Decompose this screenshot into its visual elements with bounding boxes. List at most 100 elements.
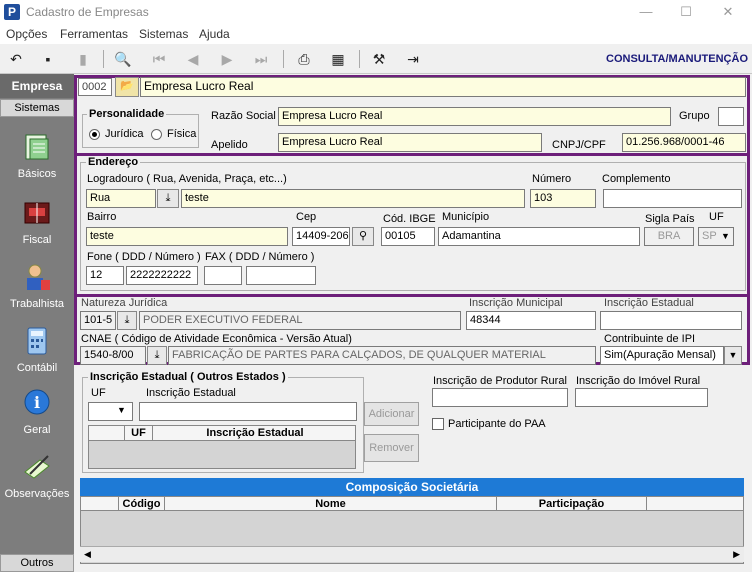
- uf-dropdown-arrow-icon[interactable]: ▼: [718, 229, 733, 244]
- personalidade-title: Personalidade: [87, 108, 167, 120]
- cep-search-button[interactable]: ⚲: [352, 227, 374, 246]
- close-button[interactable]: ✕: [708, 2, 748, 22]
- menu-opcoes[interactable]: Opções: [6, 27, 47, 41]
- preview-icon[interactable]: 🔍: [112, 49, 134, 69]
- grupo-field[interactable]: [718, 107, 744, 126]
- remover-button[interactable]: Remover: [364, 434, 419, 462]
- inscricao-municipal-label: Inscrição Municipal: [469, 297, 563, 309]
- endereco-title: Endereço: [86, 156, 141, 168]
- apelido-field[interactable]: Empresa Lucro Real: [278, 133, 542, 152]
- outros-estados-title: Inscrição Estadual ( Outros Estados ): [88, 371, 288, 383]
- grid-row-marker: [81, 497, 119, 510]
- produtor-rural-field[interactable]: [432, 388, 568, 407]
- company-code-field[interactable]: 0002: [78, 78, 112, 96]
- nav-item-label: Fiscal: [22, 234, 52, 246]
- minimize-button[interactable]: —: [626, 2, 666, 22]
- menu-ferramentas[interactable]: Ferramentas: [60, 27, 128, 41]
- logradouro-type-field[interactable]: Rua: [86, 189, 156, 208]
- nav-item-geral[interactable]: i Geral: [0, 388, 74, 450]
- inscricao-estadual-label: Inscrição Estadual: [604, 297, 694, 309]
- bairro-field[interactable]: teste: [86, 227, 288, 246]
- ipi-dropdown-arrow-icon[interactable]: ▼: [724, 346, 742, 365]
- fiscal-book-icon: [24, 202, 50, 224]
- previous-record-icon[interactable]: ◀: [182, 49, 204, 69]
- fax-numero-field[interactable]: [246, 266, 316, 285]
- toolbar-separator: [103, 50, 104, 68]
- nav-tab-sistemas[interactable]: Sistemas: [0, 99, 74, 117]
- contribuinte-ipi-select[interactable]: Sim(Apuração Mensal): [600, 346, 724, 365]
- cnae-code-field[interactable]: 1540-8/00: [80, 346, 146, 365]
- outros-ie-field[interactable]: [139, 402, 357, 421]
- grupo-label: Grupo: [679, 110, 710, 122]
- menu-ajuda[interactable]: Ajuda: [199, 27, 230, 41]
- menu-sistemas[interactable]: Sistemas: [139, 27, 188, 41]
- undo-icon[interactable]: ↶: [5, 49, 27, 69]
- last-record-icon[interactable]: ⏭: [250, 49, 272, 69]
- scroll-right-icon[interactable]: ▶: [733, 549, 740, 560]
- print-icon[interactable]: ⎙: [293, 49, 315, 69]
- radio-juridica-label: Jurídica: [105, 128, 144, 140]
- fone-label: Fone ( DDD / Número ): [87, 251, 201, 263]
- maximize-button[interactable]: ☐: [666, 2, 706, 22]
- nav-item-observacoes[interactable]: Observações: [0, 452, 74, 514]
- radio-fisica[interactable]: [151, 129, 162, 140]
- logradouro-type-dropdown[interactable]: ⤓: [157, 189, 179, 208]
- document-stack-icon: [25, 134, 49, 160]
- fone-numero-field[interactable]: 2222222222: [126, 266, 198, 285]
- outros-uf-select[interactable]: [88, 402, 133, 421]
- municipio-field[interactable]: Adamantina: [438, 227, 640, 246]
- composicao-societaria-title: Composição Societária: [80, 478, 744, 496]
- numero-label: Número: [532, 173, 572, 185]
- cep-label: Cep: [296, 211, 317, 223]
- nav-item-label: Básicos: [17, 168, 57, 180]
- fax-ddd-field[interactable]: [204, 266, 242, 285]
- inscricao-municipal-field[interactable]: 48344: [466, 311, 596, 330]
- nav-header-empresa[interactable]: Empresa: [0, 74, 74, 98]
- razao-social-field[interactable]: Empresa Lucro Real: [278, 107, 671, 126]
- sigla-pais-label: Sigla País: [645, 213, 695, 225]
- svg-text:i: i: [34, 393, 40, 412]
- logradouro-field[interactable]: teste: [181, 189, 525, 208]
- nav-tab-outros[interactable]: Outros: [0, 554, 74, 572]
- radio-juridica[interactable]: [89, 129, 100, 140]
- cep-field[interactable]: 14409-206: [292, 227, 350, 246]
- societaria-horizontal-scrollbar[interactable]: ◀ ▶: [80, 546, 744, 562]
- nav-item-fiscal[interactable]: Fiscal: [0, 198, 74, 260]
- open-folder-button[interactable]: 📂: [115, 77, 139, 97]
- save-icon[interactable]: ▪: [37, 49, 59, 69]
- company-name-field[interactable]: Empresa Lucro Real: [140, 77, 746, 97]
- delete-icon[interactable]: ▮: [72, 49, 94, 69]
- next-record-icon[interactable]: ▶: [216, 49, 238, 69]
- municipio-label: Município: [442, 211, 490, 223]
- nav-item-label: Trabalhista: [9, 298, 64, 310]
- col-codigo: Código: [119, 497, 165, 510]
- societaria-grid-header: Código Nome Participação: [80, 496, 744, 511]
- exit-icon[interactable]: ⇥: [402, 49, 424, 69]
- col-uf: UF: [125, 426, 153, 440]
- sigla-pais-field[interactable]: BRA: [644, 227, 694, 246]
- cnae-lookup-button[interactable]: ⤓: [147, 346, 167, 365]
- natureza-lookup-button[interactable]: ⤓: [117, 311, 137, 330]
- outros-uf-dropdown-arrow-icon[interactable]: ▼: [117, 405, 126, 415]
- adicionar-button[interactable]: Adicionar: [364, 402, 419, 426]
- calculator-icon[interactable]: ▦: [327, 49, 349, 69]
- inscricao-estadual-field[interactable]: [600, 311, 742, 330]
- imovel-rural-field[interactable]: [575, 388, 708, 407]
- grid-blank-column: [647, 497, 745, 510]
- complemento-field[interactable]: [603, 189, 742, 208]
- toolbar-separator: [283, 50, 284, 68]
- ibge-field[interactable]: 00105: [381, 227, 435, 246]
- cnpj-field[interactable]: 01.256.968/0001-46: [622, 133, 746, 152]
- nav-item-basicos[interactable]: Básicos: [0, 132, 74, 194]
- numero-field[interactable]: 103: [530, 189, 596, 208]
- natureza-code-field[interactable]: 101-5: [80, 311, 116, 330]
- fone-ddd-field[interactable]: 12: [86, 266, 124, 285]
- scroll-left-icon[interactable]: ◀: [84, 549, 91, 560]
- tools-icon[interactable]: ⚒: [368, 49, 390, 69]
- nav-item-contabil[interactable]: Contábil: [0, 326, 74, 388]
- produtor-rural-label: Inscrição de Produtor Rural: [433, 375, 567, 387]
- fax-label: FAX ( DDD / Número ): [205, 251, 315, 263]
- first-record-icon[interactable]: ⏮: [148, 49, 170, 69]
- nav-item-trabalhista[interactable]: Trabalhista: [0, 262, 74, 324]
- paa-checkbox[interactable]: [432, 418, 444, 430]
